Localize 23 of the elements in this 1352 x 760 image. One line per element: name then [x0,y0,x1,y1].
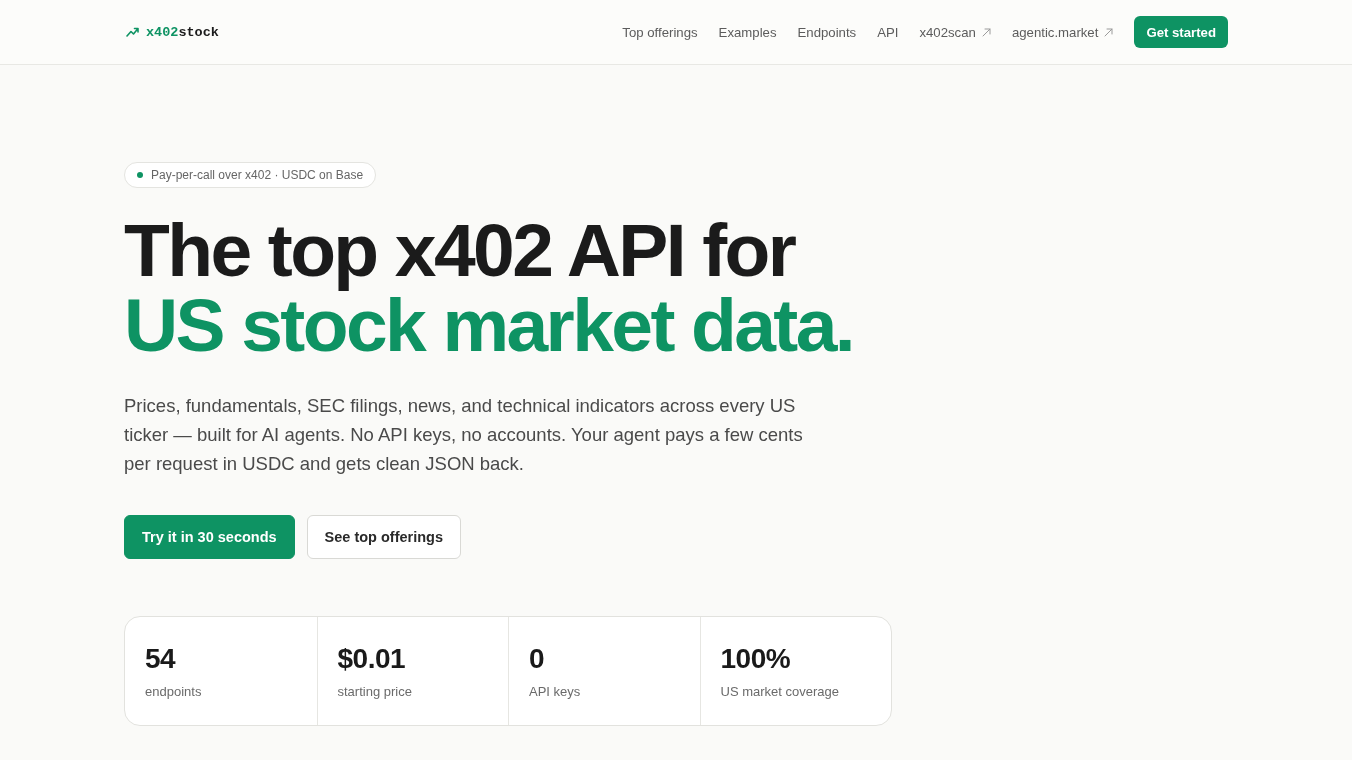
secondary-button[interactable]: See top offerings [306,515,461,559]
stat-value: 54 [145,643,176,675]
stat-label: starting price [337,684,412,699]
pill-text: Pay-per-call over x402 · USDC on Base [151,168,364,182]
stat-value: 0 [529,643,545,675]
stat-value: 100% [720,643,791,675]
stat-label: endpoints [145,684,202,699]
logo[interactable]: x402stock [124,24,219,40]
stat-label: API keys [529,684,581,699]
nav-link[interactable]: API [877,24,899,40]
primary-button[interactable]: Try it in 30 seconds [124,515,295,559]
hero-description: Prices, fundamentals, SEC filings, news, and technical indicators across every US ticker — built for AI agents. No API keys, no accounts. Your agent pays a few cents per request in USDC and gets clean JSON back. [124,394,804,476]
get-started-button[interactable]: Get started [1134,16,1228,48]
nav-link[interactable]: Top offerings [622,24,698,40]
nav-link[interactable]: agentic.market [1011,24,1114,40]
stat-label: US market coverage [720,684,839,699]
nav-link[interactable]: Endpoints [797,24,857,40]
logo-text: x402stock [146,24,219,40]
nav-link[interactable]: Examples [718,24,777,40]
status-dot-icon [137,172,143,178]
stat-value: $0.01 [337,643,406,675]
nav-link[interactable]: x402scan [919,24,991,40]
trend-line-icon [126,27,139,37]
